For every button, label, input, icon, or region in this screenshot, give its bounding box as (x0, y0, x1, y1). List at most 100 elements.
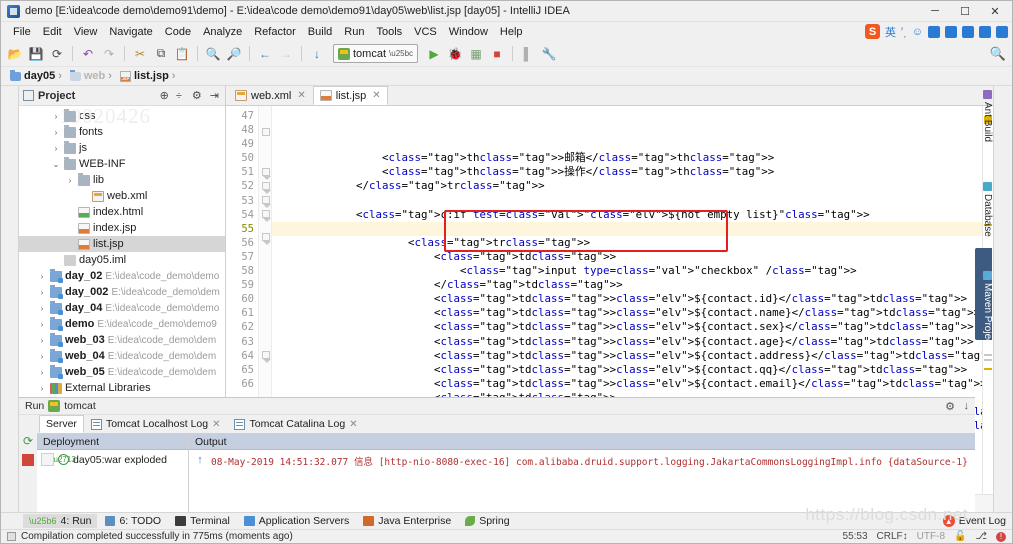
close-icon[interactable]: ✕ (297, 90, 305, 101)
maximize-button[interactable]: ☐ (950, 1, 980, 21)
code-line[interactable]: <class="tag">tdclass="tag">>class="elv">… (278, 306, 993, 320)
tree-expand-icon[interactable]: › (37, 368, 47, 377)
menu-tools[interactable]: Tools (370, 25, 408, 39)
sidebar-item-maven-projects[interactable]: Maven Projects (982, 271, 993, 352)
settings-icon[interactable]: 🔧 (539, 44, 559, 64)
navbar-crumb-day05[interactable]: day05 › (7, 69, 65, 82)
code-line[interactable]: <class="tag">c:if test=class="val">"clas… (278, 208, 993, 222)
stop-icon[interactable]: ■ (487, 44, 507, 64)
tree-expand-icon[interactable]: › (51, 128, 61, 137)
close-icon[interactable]: ✕ (349, 419, 357, 430)
console-output[interactable]: ↑ 08-May-2019 14:51:32.077 信息 [http-nio-… (189, 450, 975, 512)
tree-node[interactable]: › web_05 E:\idea\code_demo\dem (19, 364, 225, 380)
copy-icon[interactable]: ⧉ (151, 44, 171, 64)
caret-position[interactable]: 55:53 (843, 531, 868, 542)
tab-server[interactable]: Server (39, 415, 84, 433)
tree-expand-icon[interactable]: › (37, 336, 47, 345)
paste-icon[interactable]: 📋 (172, 44, 192, 64)
rerun-icon[interactable]: ⟳ (22, 434, 34, 448)
tool-window-spring[interactable]: Spring (459, 514, 515, 528)
tree-node[interactable]: › web_03 E:\idea\code_demo\dem (19, 332, 225, 348)
inspection-error-icon[interactable]: ! (996, 531, 1006, 542)
replace-icon[interactable]: 🔎 (224, 44, 244, 64)
fold-marker[interactable] (262, 233, 271, 245)
code-line[interactable] (278, 194, 993, 208)
tree-node[interactable]: › lib (19, 172, 225, 188)
panel-settings-icon[interactable]: ⚙ (192, 89, 202, 102)
line-separator[interactable]: CRLF↕ (877, 531, 908, 542)
ime-tone-icon[interactable]: ′͵ (901, 26, 907, 38)
branch-icon[interactable]: ⎇ (975, 531, 987, 542)
tree-expand-icon[interactable]: › (51, 112, 61, 121)
save-icon[interactable]: 💾 (26, 44, 46, 64)
stop-icon[interactable] (22, 454, 34, 466)
code-line[interactable]: <class="tag">tdclass="tag">> (278, 250, 993, 264)
menu-edit[interactable]: Edit (37, 25, 68, 39)
tree-expand-icon[interactable]: ⌄ (51, 160, 61, 169)
sogou-logo-icon[interactable]: S (865, 24, 881, 39)
deployment-item[interactable]: \u2713 day05:war exploded (37, 452, 188, 467)
profile-icon[interactable]: ▌ (518, 44, 538, 64)
debug-icon[interactable]: 🐞 (445, 44, 465, 64)
tree-node[interactable]: › day_02 E:\idea\code_demo\demo (19, 268, 225, 284)
find-icon[interactable]: 🔍 (203, 44, 223, 64)
sync-icon[interactable]: ⟳ (47, 44, 67, 64)
tree-node[interactable]: web.xml (19, 188, 225, 204)
code-line[interactable]: <class="tag">tdclass="tag">>class="elv">… (278, 377, 993, 391)
tab-tomcat-localhost-log[interactable]: Tomcat Localhost Log ✕ (84, 415, 228, 433)
scroll-to-top-icon[interactable]: ↑ (197, 454, 203, 512)
tree-node[interactable]: › External Libraries (19, 380, 225, 396)
tree-node[interactable]: index.jsp (19, 220, 225, 236)
tab-tomcat-catalina-log[interactable]: Tomcat Catalina Log ✕ (227, 415, 364, 433)
open-icon[interactable]: 📂 (5, 44, 25, 64)
tree-node[interactable]: index.html (19, 204, 225, 220)
back-icon[interactable]: ← (255, 44, 275, 64)
run-settings-icon[interactable]: ⚙ (945, 400, 955, 413)
fold-marker[interactable] (262, 182, 271, 194)
deployment-list[interactable]: \u2713 day05:war exploded (37, 450, 188, 512)
fold-marker[interactable] (262, 168, 271, 180)
coverage-icon[interactable]: ▦ (466, 44, 486, 64)
fold-marker[interactable] (262, 351, 271, 363)
tree-expand-icon[interactable]: › (37, 288, 47, 297)
lock-icon[interactable]: 🔓 (954, 531, 966, 542)
tree-node[interactable]: list.jsp (19, 236, 225, 252)
forward-icon[interactable]: → (276, 44, 296, 64)
ime-skin-icon[interactable] (979, 25, 991, 38)
scroll-from-source-icon[interactable]: ⊕ (160, 89, 169, 102)
menu-run[interactable]: Run (338, 25, 370, 39)
ime-mic-icon[interactable] (928, 25, 940, 38)
sort-icon[interactable]: ↓ (307, 44, 327, 64)
menu-build[interactable]: Build (302, 25, 338, 39)
tab-web-xml[interactable]: web.xml ✕ (228, 86, 313, 105)
menu-file[interactable]: File (7, 25, 37, 39)
code-line[interactable]: <class="tag">tdclass="tag">>class="elv">… (278, 349, 993, 363)
tool-window-terminal[interactable]: Terminal (169, 514, 236, 528)
search-everywhere-icon[interactable]: 🔍 (990, 46, 1006, 62)
hide-panel-icon[interactable]: ⇥ (210, 89, 219, 102)
tab-list-jsp[interactable]: list.jsp ✕ (312, 86, 388, 105)
tree-node[interactable]: › day_04 E:\idea\code_demo\demo (19, 300, 225, 316)
close-icon[interactable]: ✕ (372, 90, 380, 101)
ime-language-icon[interactable]: 英 (885, 24, 896, 40)
tree-expand-icon[interactable]: › (37, 320, 47, 329)
menu-analyze[interactable]: Analyze (197, 25, 248, 39)
close-button[interactable]: ✕ (980, 1, 1010, 21)
ime-emoji-icon[interactable]: ☺ (912, 26, 923, 38)
tree-node[interactable]: day05.iml (19, 252, 225, 268)
tree-node[interactable]: › js (19, 140, 225, 156)
menu-vcs[interactable]: VCS (408, 25, 443, 39)
run-icon[interactable]: ▶ (424, 44, 444, 64)
sidebar-item-database[interactable]: Database (982, 182, 993, 237)
close-icon[interactable]: ✕ (212, 419, 220, 430)
fold-marker[interactable] (262, 210, 271, 222)
menu-refactor[interactable]: Refactor (248, 25, 302, 39)
collapse-all-icon[interactable]: ÷ (176, 90, 182, 102)
tree-expand-icon[interactable]: › (37, 384, 47, 393)
stripe-mark[interactable] (984, 354, 992, 356)
ime-keyboard-icon[interactable] (945, 25, 957, 38)
tree-node[interactable]: › demo E:\idea\code_demo\demo9 (19, 316, 225, 332)
code-line[interactable]: <class="tag">tdclass="tag">>class="elv">… (278, 292, 993, 306)
redo-icon[interactable]: ↷ (99, 44, 119, 64)
hide-run-panel-icon[interactable]: ↓ (964, 400, 970, 412)
